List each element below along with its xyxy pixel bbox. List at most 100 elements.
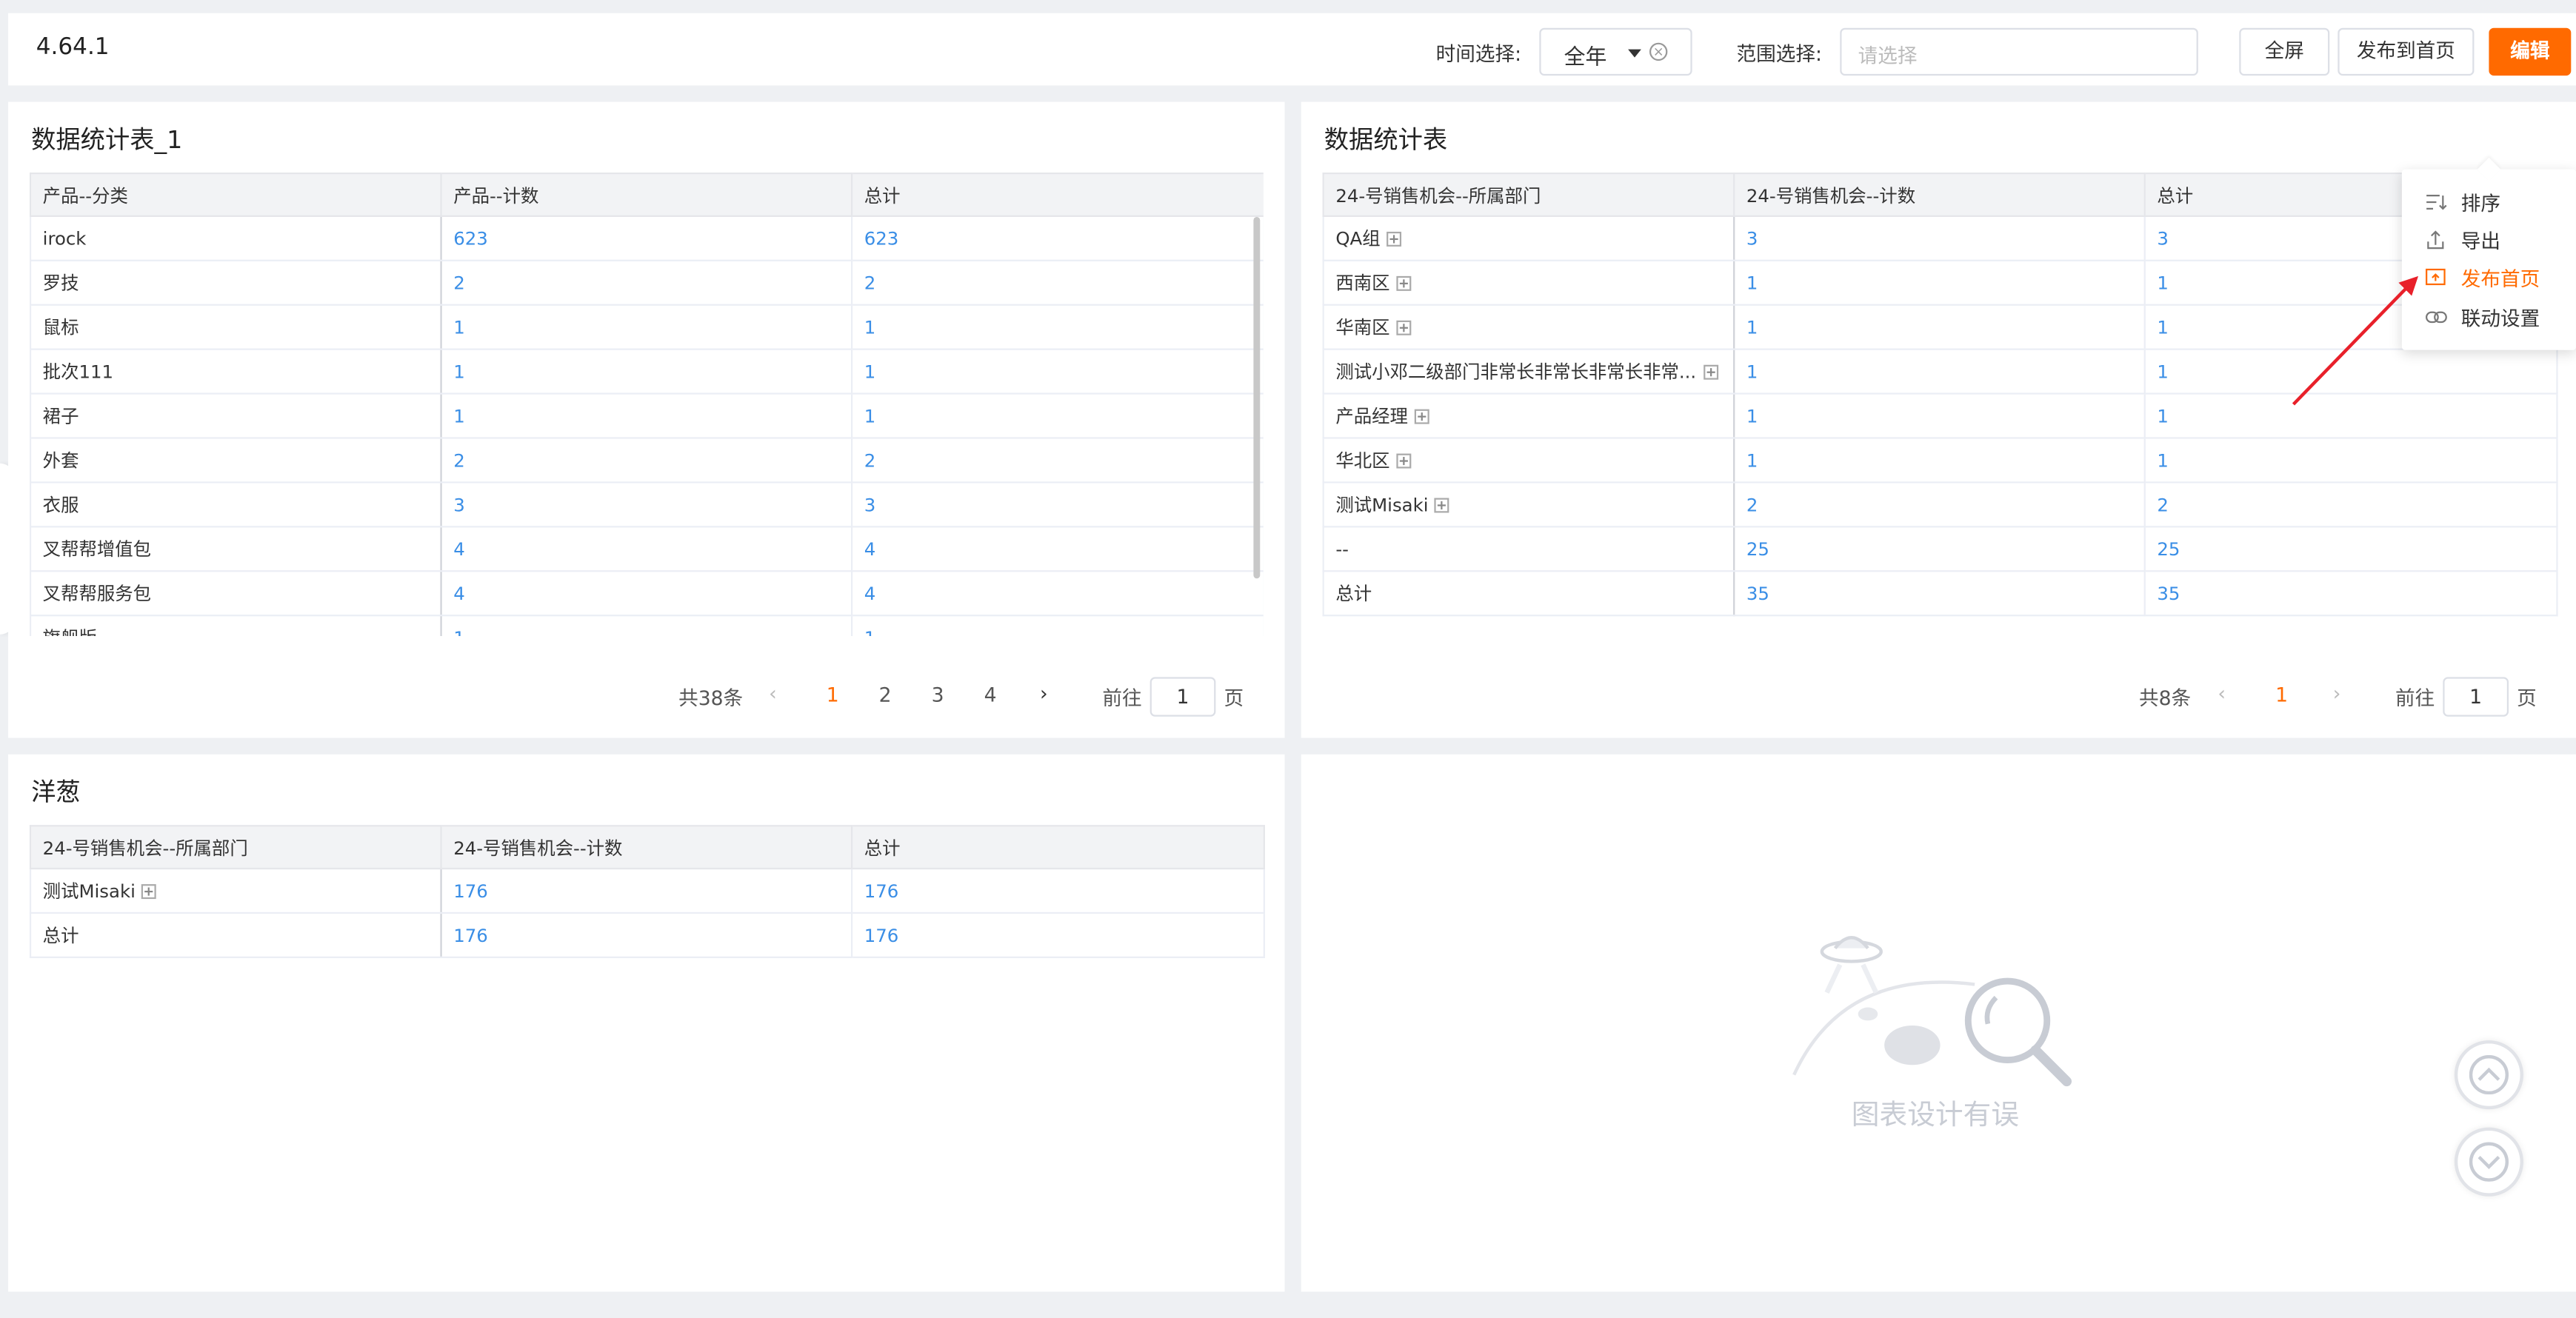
cell-link[interactable]: 25 <box>1733 526 2146 572</box>
cell: 测试Misaki <box>1322 482 1735 528</box>
pagination: 共8条 ‹ 1 › 前往 1 页 <box>1301 677 2576 717</box>
cell-link[interactable]: 176 <box>440 912 853 958</box>
column-header[interactable]: 24-号销售机会--所属部门 <box>29 825 442 870</box>
expand-icon[interactable] <box>1387 231 1402 247</box>
page-jump-input[interactable]: 1 <box>1149 677 1216 717</box>
cell-link[interactable]: 2 <box>1733 482 2146 528</box>
cell-link[interactable]: 1 <box>1733 393 2146 439</box>
cell-link[interactable]: 3 <box>440 482 853 528</box>
table-row: 衣服 3 3 <box>29 482 1264 528</box>
cell-link[interactable]: 1 <box>1733 349 2146 395</box>
cell-link[interactable]: 1 <box>440 304 853 350</box>
cell-link[interactable]: 2 <box>850 438 1264 484</box>
panel-title: 数据统计表_1 <box>31 124 183 155</box>
expand-icon[interactable] <box>1396 275 1412 291</box>
scroll-down-button[interactable] <box>2454 1127 2524 1197</box>
page-number[interactable]: 4 <box>984 683 997 706</box>
cell-text: 产品经理 <box>1335 406 1408 428</box>
publish-home-button[interactable]: 发布到首页 <box>2338 27 2475 76</box>
version-label: 4.64.1 <box>36 34 110 61</box>
cell-link[interactable]: 35 <box>1733 571 2146 617</box>
time-select-value: 全年 <box>1564 46 1607 71</box>
column-header[interactable]: 24-号销售机会--计数 <box>1733 173 2146 217</box>
next-page-icon[interactable]: › <box>2333 682 2341 705</box>
menu-item-link-settings[interactable]: 联动设置 <box>2425 302 2540 332</box>
cell-link[interactable]: 176 <box>440 869 853 914</box>
cell: 华南区 <box>1322 304 1735 350</box>
table-row: QA组 3 3 <box>1322 215 2558 261</box>
column-header[interactable]: 总计 <box>850 173 1264 217</box>
cell-link[interactable]: 1 <box>1733 260 2146 306</box>
cell-text: 华北区 <box>1335 450 1390 472</box>
page-number[interactable]: 3 <box>932 683 944 706</box>
cell-link[interactable]: 1 <box>440 349 853 395</box>
column-header[interactable]: 产品--计数 <box>440 173 853 217</box>
cell-link[interactable]: 4 <box>850 571 1264 617</box>
menu-item-export[interactable]: 导出 <box>2425 225 2500 255</box>
fullscreen-button[interactable]: 全屏 <box>2239 27 2330 76</box>
column-header[interactable]: 产品--分类 <box>29 173 442 217</box>
edit-button[interactable]: 编辑 <box>2489 27 2572 76</box>
expand-icon[interactable] <box>1435 498 1450 513</box>
prev-page-icon[interactable]: ‹ <box>769 682 777 705</box>
menu-item-publish-home[interactable]: 发布首页 <box>2425 263 2540 292</box>
cell: 总计 <box>1322 571 1735 617</box>
table-scrollbar[interactable] <box>1253 216 1261 579</box>
cell-link[interactable]: 25 <box>2143 526 2558 572</box>
export-icon <box>2425 230 2448 250</box>
expand-icon[interactable] <box>1396 320 1412 335</box>
cell-link[interactable]: 3 <box>1733 215 2146 261</box>
cell-text: 测试小邓二级部门非常长非常长非常长非常... <box>1335 361 1697 384</box>
cell-text: 华南区 <box>1335 317 1390 339</box>
column-header[interactable]: 24-号销售机会--所属部门 <box>1322 173 1735 217</box>
scroll-up-button[interactable] <box>2454 1040 2524 1110</box>
clear-icon[interactable]: × <box>1649 42 1668 61</box>
cell-link[interactable]: 2 <box>2143 482 2558 528</box>
cell-link[interactable]: 1 <box>850 349 1264 395</box>
cell: 西南区 <box>1322 260 1735 306</box>
cell-link[interactable]: 1 <box>440 615 853 636</box>
cell-link[interactable]: 176 <box>850 912 1265 958</box>
page-jump-input[interactable]: 1 <box>2443 677 2509 717</box>
expand-icon[interactable] <box>1414 409 1429 424</box>
cell-link[interactable]: 1 <box>850 615 1264 636</box>
cell-link[interactable]: 1 <box>440 393 853 439</box>
prev-page-icon[interactable]: ‹ <box>2218 682 2226 705</box>
cell-link[interactable]: 35 <box>2143 571 2558 617</box>
cell: 旗舰版 <box>29 615 442 636</box>
cell: 华北区 <box>1322 438 1735 484</box>
cell-link[interactable]: 176 <box>850 869 1265 914</box>
cell-link[interactable]: 2 <box>440 260 853 306</box>
expand-icon[interactable] <box>1396 453 1412 469</box>
cell: irock <box>29 215 442 261</box>
cell-link[interactable]: 2 <box>440 438 853 484</box>
expand-icon[interactable] <box>1703 364 1718 380</box>
page-number[interactable]: 1 <box>2275 683 2288 706</box>
cell-link[interactable]: 4 <box>440 526 853 572</box>
cell-link[interactable]: 1 <box>850 304 1264 350</box>
time-select[interactable]: 全年 × <box>1539 27 1692 76</box>
column-header[interactable]: 总计 <box>850 825 1265 870</box>
page-number[interactable]: 1 <box>827 683 839 706</box>
cell-link[interactable]: 1 <box>850 393 1264 439</box>
page-number[interactable]: 2 <box>879 683 892 706</box>
cell: 叉帮帮服务包 <box>29 571 442 617</box>
cell-link[interactable]: 3 <box>850 482 1264 528</box>
pagination-total: 共8条 <box>2138 686 2192 710</box>
annotation-arrow-icon <box>2292 275 2419 406</box>
menu-item-sort[interactable]: 排序 <box>2425 187 2500 217</box>
column-header[interactable]: 24-号销售机会--计数 <box>440 825 853 870</box>
cell-link[interactable]: 1 <box>1733 304 2146 350</box>
cell-link[interactable]: 1 <box>2143 438 2558 484</box>
cell: 批次111 <box>29 349 442 395</box>
next-page-icon[interactable]: › <box>1040 682 1048 705</box>
range-select-input[interactable]: 请选择 <box>1840 27 2198 76</box>
cell-link[interactable]: 623 <box>850 215 1264 261</box>
cell-link[interactable]: 1 <box>1733 438 2146 484</box>
expand-icon[interactable] <box>141 884 157 900</box>
cell-link[interactable]: 2 <box>850 260 1264 306</box>
cell-link[interactable]: 4 <box>440 571 853 617</box>
table-viewport[interactable]: 产品--分类 产品--计数 总计 irock 623 623 罗技 2 2 鼠标 1 1 批… <box>29 173 1264 636</box>
cell-link[interactable]: 4 <box>850 526 1264 572</box>
cell-link[interactable]: 623 <box>440 215 853 261</box>
